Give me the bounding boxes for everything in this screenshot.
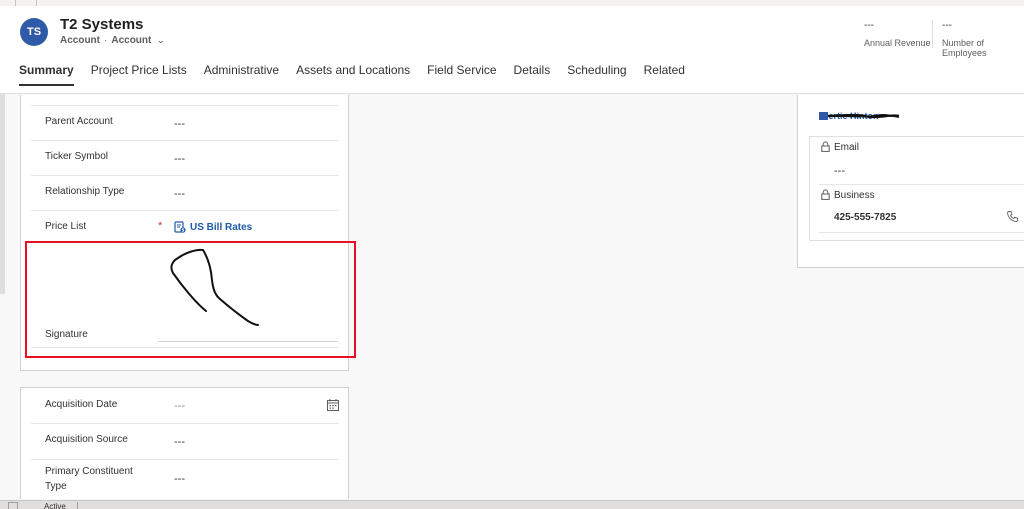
tab-field-service[interactable]: Field Service — [427, 63, 496, 86]
separator-dot: · — [104, 35, 108, 46]
contact-divider — [819, 184, 1024, 185]
record-subtitle: Account · Account ⌄ — [60, 35, 166, 46]
form-selector[interactable]: Account — [111, 35, 151, 46]
tab-details[interactable]: Details — [514, 63, 551, 86]
field-label: Ticker Symbol — [45, 151, 108, 162]
avatar: TS — [20, 18, 48, 46]
lock-icon — [821, 141, 830, 152]
field-ticker-symbol[interactable]: Ticker Symbol --- — [31, 141, 339, 176]
field-value[interactable]: --- — [174, 436, 185, 448]
tab-summary[interactable]: Summary — [19, 63, 74, 86]
header-field-label: Annual Revenue — [864, 38, 931, 48]
tab-assets-and-locations[interactable]: Assets and Locations — [296, 63, 410, 86]
signature-baseline — [158, 341, 338, 342]
field-relationship-type[interactable]: Relationship Type --- — [31, 176, 339, 211]
header-field-divider — [932, 20, 933, 48]
field-value[interactable]: --- — [174, 118, 185, 130]
header-field-value: --- — [942, 20, 952, 31]
tab-project-price-lists[interactable]: Project Price Lists — [91, 63, 187, 86]
status-bar — [0, 500, 1024, 509]
business-phone-value[interactable]: 425-555-7825 — [834, 212, 896, 223]
field-label: Acquisition Date — [45, 399, 118, 410]
lock-icon — [821, 189, 830, 200]
signature-drawing[interactable] — [168, 248, 268, 332]
tab-scheduling[interactable]: Scheduling — [567, 63, 626, 86]
acquisition-section: Acquisition Date --- Acquisition Source … — [20, 387, 349, 499]
phone-icon[interactable] — [1006, 210, 1019, 223]
calendar-icon[interactable] — [327, 399, 339, 411]
field-value[interactable]: --- — [174, 473, 185, 485]
price-list-lookup-link[interactable]: $ US Bill Rates — [174, 221, 252, 233]
record-status: Active — [44, 503, 66, 509]
header-field-annual-revenue: --- Annual Revenue — [864, 20, 931, 48]
field-label: Parent Account — [45, 116, 113, 127]
record-header: TS T2 Systems Account · Account ⌄ --- An… — [0, 6, 1024, 94]
header-field-label: Number of Employees — [942, 38, 987, 58]
svg-text:$: $ — [182, 228, 185, 233]
field-label: Acquisition Source — [45, 434, 128, 445]
entity-name: Account — [60, 35, 100, 46]
page-title: T2 Systems — [60, 16, 144, 33]
field-price-list[interactable]: Price List * $ US Bill Rates — [31, 211, 339, 241]
tab-bar: Summary Project Price Lists Administrati… — [19, 63, 702, 86]
status-bar-button[interactable] — [8, 502, 18, 509]
left-scroll-edge[interactable] — [0, 94, 5, 294]
field-value[interactable]: --- — [174, 400, 185, 412]
field-value[interactable]: --- — [174, 188, 185, 200]
email-value[interactable]: --- — [834, 165, 845, 177]
tab-administrative[interactable]: Administrative — [204, 63, 279, 86]
contact-divider — [819, 232, 1024, 233]
form-row-partial — [31, 95, 339, 106]
required-indicator: * — [158, 220, 163, 232]
field-label: Relationship Type — [45, 186, 125, 197]
field-acquisition-source[interactable]: Acquisition Source --- — [31, 424, 339, 460]
business-phone-label: Business — [834, 190, 875, 201]
status-divider — [77, 502, 78, 509]
field-primary-constituent-type[interactable]: Primary Constituent Type --- — [31, 460, 339, 500]
field-label: Price List — [45, 221, 87, 232]
tab-related[interactable]: Related — [644, 63, 685, 86]
header-field-employees: --- Number of Employees — [942, 20, 1024, 58]
email-label: Email — [834, 142, 860, 153]
field-acquisition-date[interactable]: Acquisition Date --- — [31, 388, 339, 424]
field-label: Signature — [45, 329, 88, 340]
field-label: Primary Constituent Type — [45, 466, 133, 492]
header-field-value: --- — [864, 20, 874, 31]
field-value[interactable]: --- — [174, 153, 185, 165]
lookup-value[interactable]: US Bill Rates — [190, 222, 252, 233]
price-list-icon: $ — [174, 221, 186, 233]
chevron-down-icon[interactable]: ⌄ — [156, 35, 166, 46]
redacted-contact-name[interactable]: Bertie Hinton — [819, 111, 899, 121]
field-parent-account[interactable]: Parent Account --- — [31, 106, 339, 141]
